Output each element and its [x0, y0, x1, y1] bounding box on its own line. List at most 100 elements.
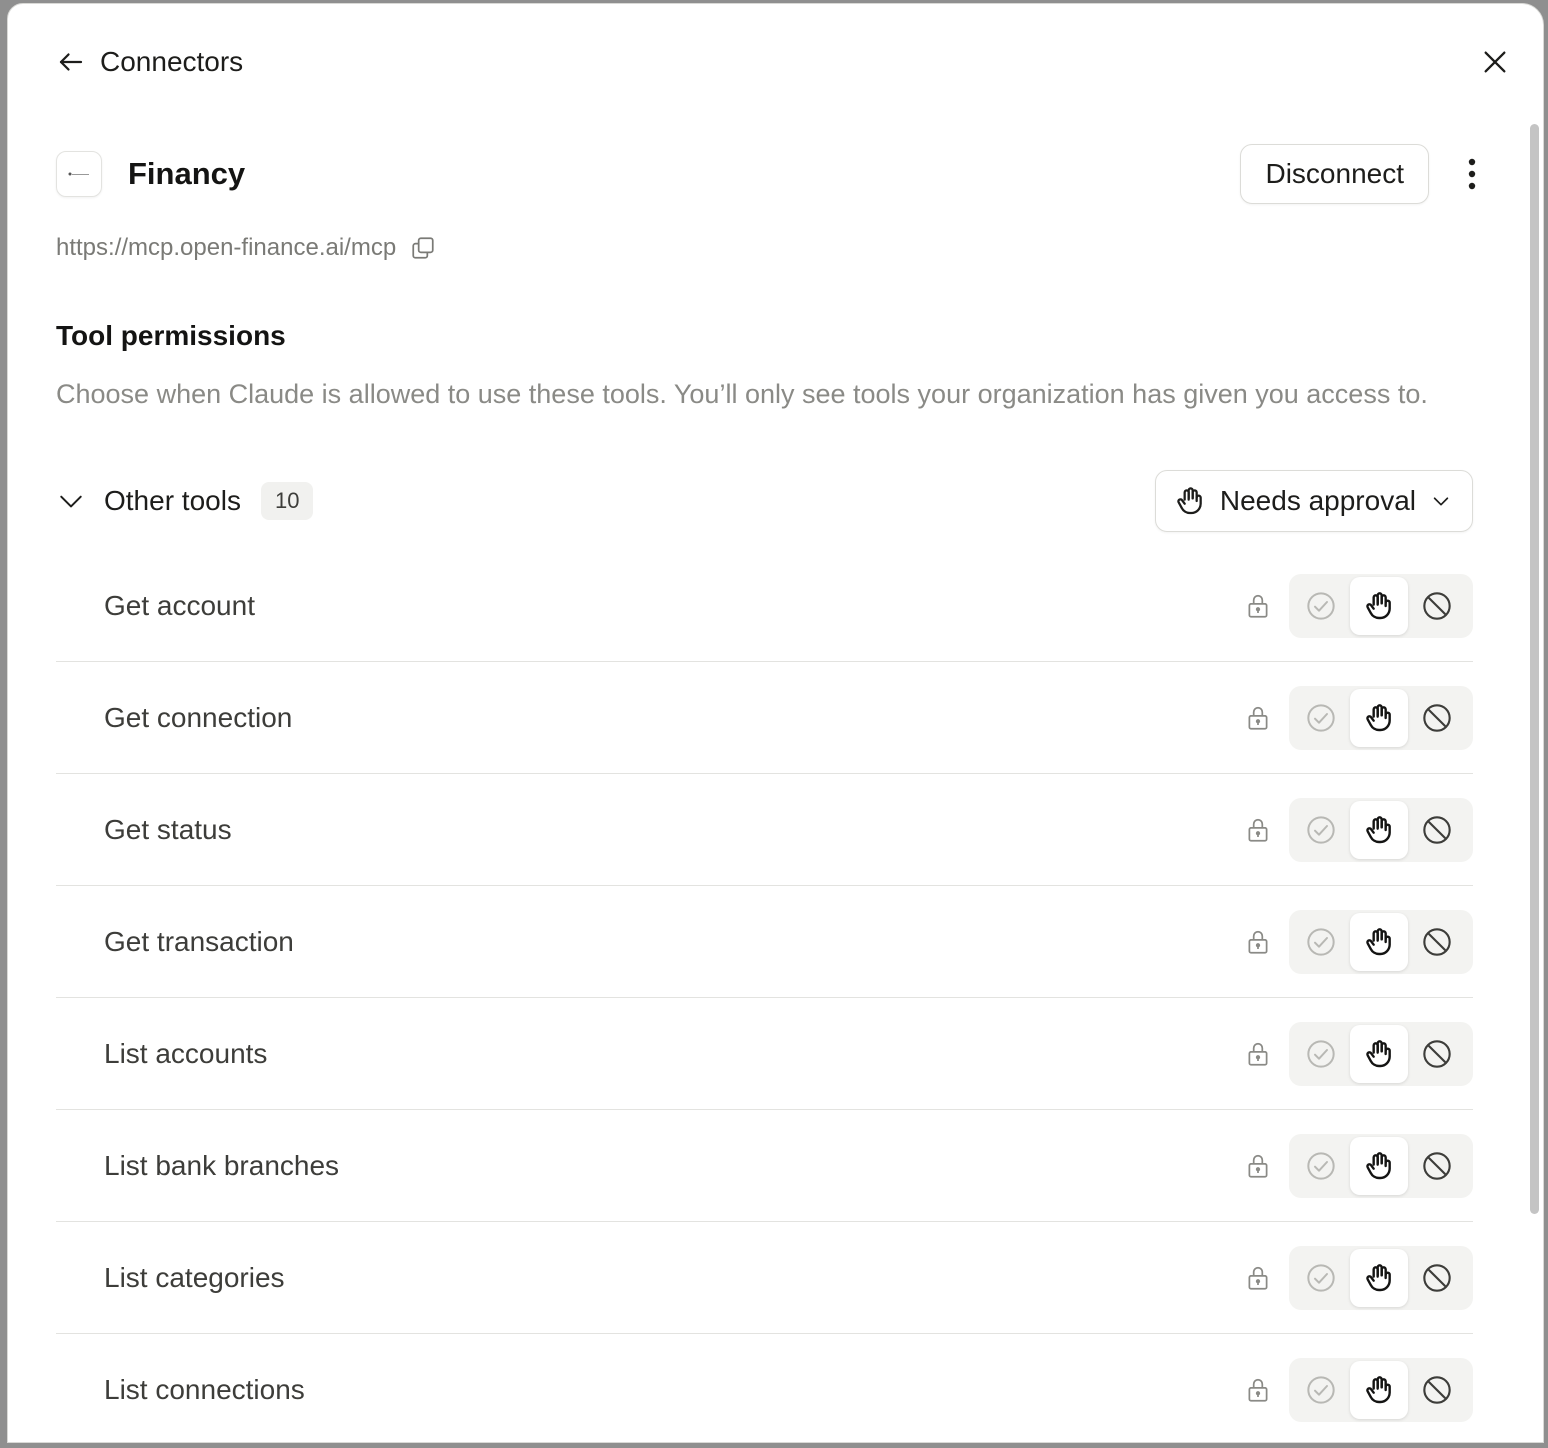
block-icon — [1423, 1375, 1451, 1404]
copy-icon — [412, 237, 434, 259]
check-circle-icon — [1307, 1263, 1335, 1292]
always-allow-option[interactable] — [1292, 577, 1350, 635]
needs-approval-option[interactable] — [1350, 912, 1408, 971]
hand-icon — [1366, 815, 1391, 843]
tool-row: List bank branches — [56, 1110, 1473, 1222]
check-circle-icon — [1307, 1151, 1335, 1180]
tool-count-badge: 10 — [260, 482, 314, 520]
block-icon — [1423, 1039, 1451, 1068]
tool-group-label: Other tools — [104, 485, 241, 516]
permission-segmented-control — [1289, 1021, 1473, 1086]
scrollbar[interactable] — [1530, 124, 1539, 1214]
tool-name: Get connection — [104, 701, 293, 733]
lock-icon — [1243, 1263, 1273, 1293]
hand-icon — [1366, 1151, 1391, 1179]
check-circle-icon — [1307, 815, 1335, 844]
block-icon — [1423, 815, 1451, 844]
needs-approval-option[interactable] — [1350, 1360, 1408, 1419]
hand-icon — [1366, 1263, 1391, 1291]
hand-icon — [1366, 927, 1391, 955]
needs-approval-option[interactable] — [1350, 1136, 1408, 1195]
block-icon — [1423, 1263, 1451, 1292]
block-option[interactable] — [1408, 1025, 1466, 1083]
block-icon — [1423, 927, 1451, 956]
check-circle-icon — [1307, 927, 1335, 956]
permission-segmented-control — [1289, 1357, 1473, 1422]
tool-name: List bank branches — [104, 1149, 340, 1181]
hand-icon — [1366, 1039, 1391, 1067]
collapse-group-button[interactable] — [56, 486, 86, 516]
permission-segmented-control — [1289, 909, 1473, 974]
tools-list: Get account Get connection Get status Ge… — [56, 550, 1473, 1442]
tool-name: Get transaction — [104, 925, 294, 957]
block-option[interactable] — [1408, 913, 1466, 971]
more-vertical-icon — [1468, 158, 1476, 190]
tool-row: List connections — [56, 1334, 1473, 1442]
block-option[interactable] — [1408, 1137, 1466, 1195]
more-options-button[interactable] — [1457, 154, 1487, 194]
needs-approval-option[interactable] — [1350, 688, 1408, 747]
close-button[interactable] — [1475, 42, 1515, 82]
disconnect-button[interactable]: Disconnect — [1240, 144, 1429, 204]
connector-url-row: https://mcp.open-finance.ai/mcp — [56, 234, 436, 262]
hand-icon — [1366, 591, 1391, 619]
group-permission-dropdown[interactable]: Needs approval — [1154, 470, 1473, 532]
tool-group-header: Other tools 10 Needs approval — [56, 468, 1473, 534]
tool-name: Get status — [104, 813, 232, 845]
needs-approval-option[interactable] — [1350, 576, 1408, 635]
lock-icon — [1243, 1151, 1273, 1181]
block-option[interactable] — [1408, 689, 1466, 747]
permission-segmented-control — [1289, 1245, 1473, 1310]
always-allow-option[interactable] — [1292, 689, 1350, 747]
lock-icon — [1243, 703, 1273, 733]
permission-segmented-control — [1289, 685, 1473, 750]
back-button[interactable] — [56, 47, 86, 77]
tool-name: List accounts — [104, 1037, 268, 1069]
chevron-down-icon — [60, 495, 82, 508]
always-allow-option[interactable] — [1292, 801, 1350, 859]
tool-row: Get transaction — [56, 886, 1473, 998]
permission-segmented-control — [1289, 573, 1473, 638]
lock-icon — [1243, 815, 1273, 845]
block-option[interactable] — [1408, 1361, 1466, 1419]
group-permission-label: Needs approval — [1219, 485, 1416, 516]
always-allow-option[interactable] — [1292, 1249, 1350, 1307]
block-option[interactable] — [1408, 577, 1466, 635]
always-allow-option[interactable] — [1292, 913, 1350, 971]
tool-row: Get account — [56, 550, 1473, 662]
lock-icon — [1243, 1039, 1273, 1069]
chevron-down-icon — [1433, 497, 1449, 506]
arrow-left-icon — [59, 53, 83, 71]
block-option[interactable] — [1408, 801, 1466, 859]
tool-name: List connections — [104, 1373, 305, 1405]
needs-approval-option[interactable] — [1350, 1248, 1408, 1307]
permission-segmented-control — [1289, 797, 1473, 862]
hand-icon — [1366, 1375, 1391, 1403]
block-option[interactable] — [1408, 1249, 1466, 1307]
always-allow-option[interactable] — [1292, 1361, 1350, 1419]
check-circle-icon — [1307, 1375, 1335, 1404]
tool-row: Get connection — [56, 662, 1473, 774]
permission-segmented-control — [1289, 1133, 1473, 1198]
app-logo — [56, 151, 102, 197]
tool-row: List accounts — [56, 998, 1473, 1110]
check-circle-icon — [1307, 1039, 1335, 1068]
tool-permissions-description: Choose when Claude is allowed to use the… — [56, 379, 1428, 409]
always-allow-option[interactable] — [1292, 1025, 1350, 1083]
hand-icon — [1177, 487, 1202, 515]
tool-name: List categories — [104, 1261, 285, 1293]
check-circle-icon — [1307, 591, 1335, 620]
copy-url-button[interactable] — [410, 235, 436, 261]
close-icon — [1484, 51, 1506, 73]
block-icon — [1423, 591, 1451, 620]
tool-permissions-title: Tool permissions — [56, 320, 286, 351]
always-allow-option[interactable] — [1292, 1137, 1350, 1195]
app-name: Financy — [128, 156, 246, 191]
needs-approval-option[interactable] — [1350, 1024, 1408, 1083]
lock-icon — [1243, 1375, 1273, 1405]
needs-approval-option[interactable] — [1350, 800, 1408, 859]
page-title: Connectors — [100, 46, 244, 77]
check-circle-icon — [1307, 703, 1335, 732]
block-icon — [1423, 703, 1451, 732]
app-header: Financy Disconnect — [56, 144, 1487, 204]
